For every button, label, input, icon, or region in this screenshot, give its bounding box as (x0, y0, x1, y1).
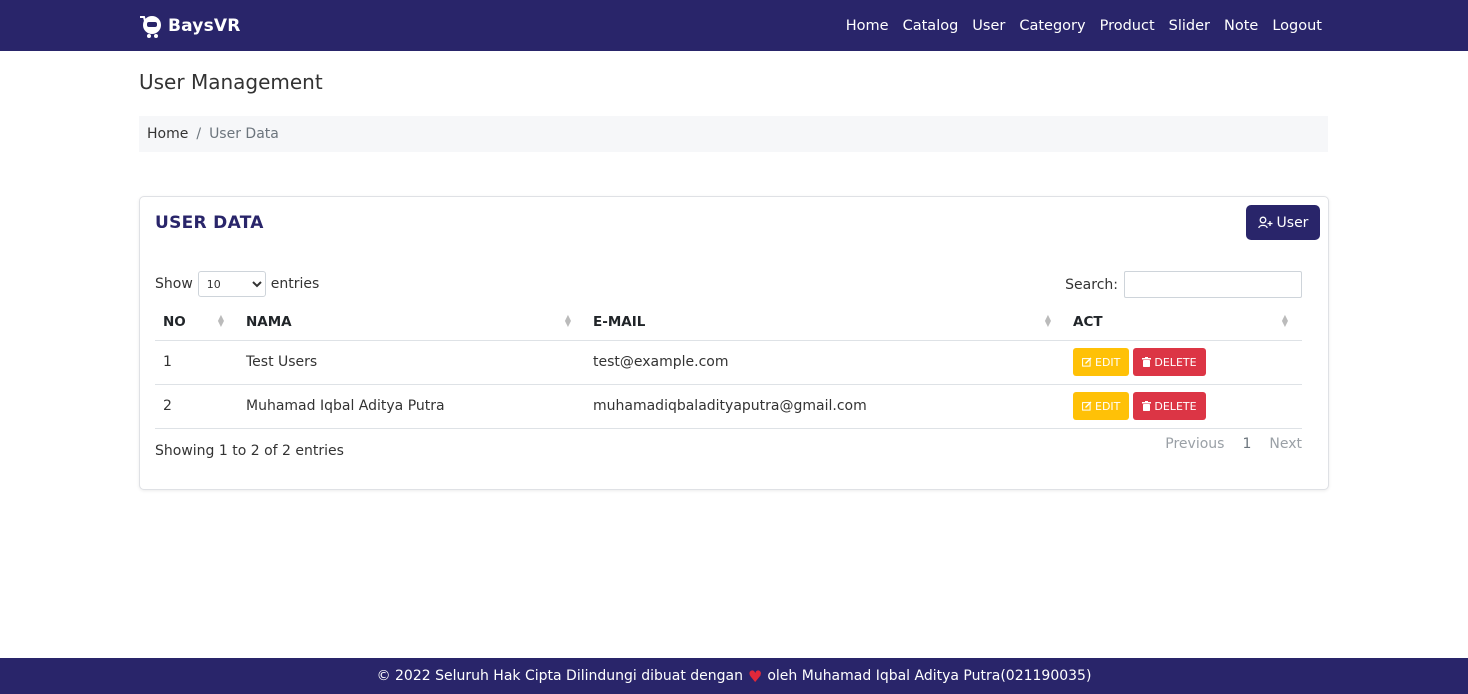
edit-button[interactable]: EDIT (1073, 392, 1130, 420)
breadcrumb-home[interactable]: Home (147, 126, 188, 142)
search-input[interactable] (1124, 271, 1302, 298)
delete-label: DELETE (1154, 355, 1197, 369)
cell-email: test@example.com (585, 340, 1065, 385)
footer-text-before: © 2022 Seluruh Hak Cipta Dilindungi dibu… (376, 668, 743, 684)
previous-button[interactable]: Previous (1165, 436, 1224, 452)
page-number[interactable]: 1 (1242, 436, 1251, 452)
page-title: User Management (139, 70, 323, 94)
sort-icon: ▲ ▼ (1281, 313, 1288, 328)
cell-no: 2 (155, 384, 238, 429)
edit-button[interactable]: EDIT (1073, 348, 1130, 376)
table-header-row: NO ▲ ▼ NAMA ▲ ▼ E-MAIL ▲ ▼ ACT ▲ ▼ (155, 304, 1302, 341)
nav-product[interactable]: Product (1100, 18, 1155, 34)
edit-label: EDIT (1095, 355, 1121, 369)
nav-slider[interactable]: Slider (1169, 18, 1210, 34)
nav-note[interactable]: Note (1224, 18, 1258, 34)
sort-icon: ▲ ▼ (1044, 313, 1051, 328)
entries-select[interactable]: 10 (197, 271, 266, 297)
cell-email: muhamadiqbaladityaputra@gmail.com (585, 384, 1065, 429)
trash-icon (1142, 401, 1152, 411)
column-header-email[interactable]: E-MAIL ▲ ▼ (585, 304, 1065, 341)
show-label: Show (155, 276, 193, 292)
trash-icon (1142, 357, 1152, 367)
breadcrumb-active: User Data (209, 126, 279, 142)
footer: © 2022 Seluruh Hak Cipta Dilindungi dibu… (0, 658, 1468, 694)
delete-button[interactable]: DELETE (1133, 392, 1206, 420)
nav-home[interactable]: Home (846, 18, 889, 34)
search-box: Search: (1065, 271, 1302, 298)
edit-icon (1082, 401, 1092, 411)
cell-nama: Muhamad Iqbal Aditya Putra (238, 384, 585, 429)
column-label: NO (163, 313, 186, 330)
entries-label: entries (270, 276, 320, 292)
nav-category[interactable]: Category (1019, 18, 1085, 34)
breadcrumb-separator: / (196, 126, 202, 142)
sort-icon: ▲ ▼ (564, 313, 571, 328)
column-label: E-MAIL (593, 313, 646, 330)
search-label: Search: (1065, 276, 1118, 293)
footer-text-after: oleh Muhamad Iqbal Aditya Putra(02119003… (767, 668, 1092, 684)
cell-actions: EDIT DELETE (1065, 340, 1302, 385)
nav-logout[interactable]: Logout (1272, 18, 1322, 34)
user-plus-icon (1257, 216, 1273, 229)
add-user-label: User (1276, 214, 1309, 231)
card-title: USER DATA (155, 213, 264, 233)
heart-icon: ♥ (748, 666, 763, 686)
pagination: Previous 1 Next (1147, 436, 1302, 452)
column-header-no[interactable]: NO ▲ ▼ (155, 304, 238, 341)
breadcrumb: Home / User Data (139, 116, 1328, 152)
column-header-nama[interactable]: NAMA ▲ ▼ (238, 304, 585, 341)
brand[interactable]: BaysVR (139, 12, 241, 40)
main-nav: Home Catalog User Category Product Slide… (832, 0, 1322, 51)
next-button[interactable]: Next (1269, 436, 1302, 452)
nav-user[interactable]: User (972, 18, 1005, 34)
navbar: BaysVR Home Catalog User Category Produc… (0, 0, 1468, 51)
nav-catalog[interactable]: Catalog (903, 18, 959, 34)
table-info: Showing 1 to 2 of 2 entries (155, 443, 344, 459)
add-user-button[interactable]: User (1246, 205, 1320, 240)
column-label: ACT (1073, 313, 1103, 330)
table-row: 1 Test Users test@example.com EDIT DELET… (155, 340, 1302, 385)
entries-length: Show 10 entries (155, 271, 319, 297)
edit-icon (1082, 357, 1092, 367)
delete-label: DELETE (1154, 399, 1197, 413)
user-table: NO ▲ ▼ NAMA ▲ ▼ E-MAIL ▲ ▼ ACT ▲ ▼ 1 Tes… (155, 304, 1302, 429)
edit-label: EDIT (1095, 399, 1121, 413)
cell-nama: Test Users (238, 340, 585, 385)
brand-name: BaysVR (168, 16, 241, 36)
table-row: 2 Muhamad Iqbal Aditya Putra muhamadiqba… (155, 384, 1302, 429)
cell-no: 1 (155, 340, 238, 385)
delete-button[interactable]: DELETE (1133, 348, 1206, 376)
cell-actions: EDIT DELETE (1065, 384, 1302, 429)
column-header-act[interactable]: ACT ▲ ▼ (1065, 304, 1302, 341)
vr-cart-logo-icon (140, 16, 161, 38)
user-data-card: USER DATA User Show 10 entries Search: N… (139, 196, 1329, 490)
sort-icon: ▲ ▼ (217, 313, 224, 328)
column-label: NAMA (246, 313, 292, 330)
